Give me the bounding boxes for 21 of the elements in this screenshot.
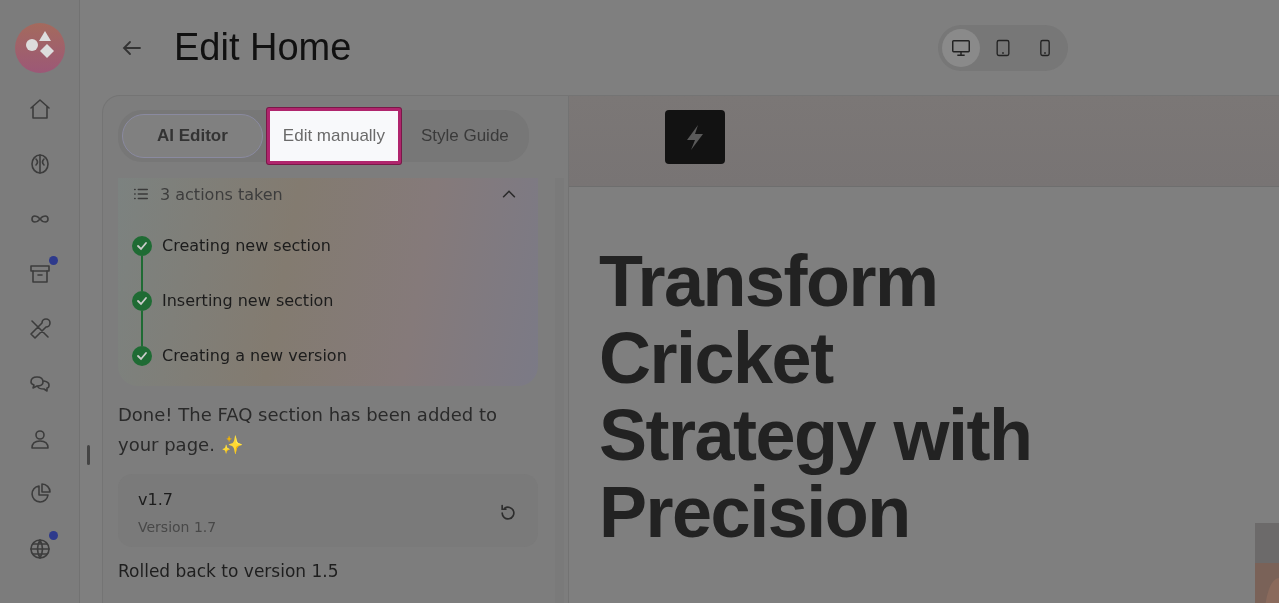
globe-icon[interactable] <box>27 537 52 561</box>
desktop-view-button[interactable] <box>942 28 980 67</box>
version-name: v1.7 <box>138 490 174 509</box>
restore-icon[interactable] <box>498 502 518 523</box>
resize-handle[interactable] <box>87 445 90 465</box>
step-label: Creating a new version <box>162 346 347 366</box>
tools-icon[interactable] <box>27 317 52 341</box>
tab[interactable]: AI Editor <box>122 114 263 158</box>
lightning-logo-icon <box>665 110 725 164</box>
actions-summary: 3 actions taken <box>160 184 284 204</box>
step-label: Creating new section <box>162 236 331 256</box>
logo-icon[interactable] <box>14 23 65 73</box>
home-icon[interactable] <box>27 97 52 121</box>
archive-icon[interactable] <box>27 262 52 286</box>
hero-heading: Transform Cricket Strategy with Precision <box>599 243 1032 551</box>
tab[interactable]: Edit manually <box>266 108 401 164</box>
tab[interactable]: Style Guide <box>404 114 525 158</box>
page-title: Edit Home <box>174 26 353 69</box>
assistant-message: Done! The FAQ section has been added to your page. ✨ <box>118 403 499 457</box>
step-label: Inserting new section <box>162 291 334 311</box>
assistant-message: Rolled back to version 1.5 <box>118 561 340 581</box>
